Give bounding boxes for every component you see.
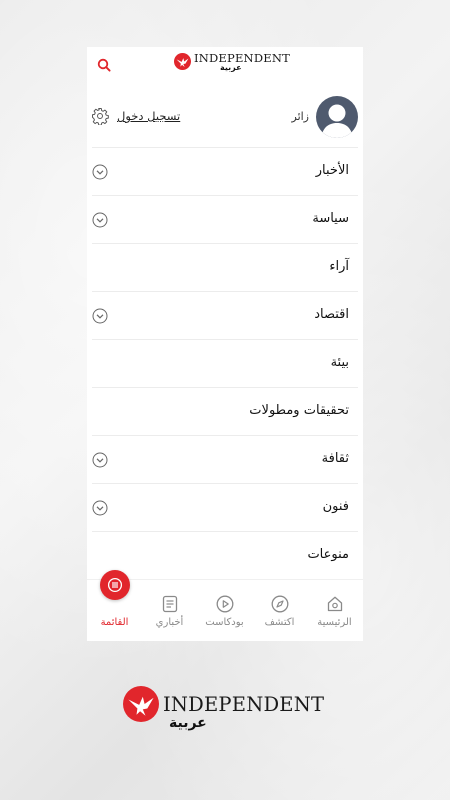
header-logo[interactable]: INDEPENDENT عربية <box>174 51 290 72</box>
tab-home[interactable]: الرئيسية <box>307 580 362 641</box>
menu-item-culture[interactable]: ثقافة <box>92 435 358 483</box>
chevron-down-icon[interactable] <box>92 164 108 180</box>
home-icon <box>327 596 342 612</box>
menu-item-label: بيئة <box>330 355 349 370</box>
search-icon[interactable] <box>97 58 111 72</box>
menu-item-investigations[interactable]: تحقيقات ومطولات <box>92 387 358 435</box>
tab-menu[interactable]: القائمة <box>87 570 142 641</box>
eagle-logo-icon <box>174 53 191 70</box>
tab-my-news[interactable]: أخباري <box>142 580 197 641</box>
tab-label: أخباري <box>155 617 184 628</box>
brand-arabic: عربية <box>169 715 207 731</box>
tab-label: القائمة <box>100 617 129 628</box>
brand-name: INDEPENDENT <box>163 693 325 716</box>
gear-icon[interactable] <box>91 107 109 125</box>
menu-item-economy[interactable]: اقتصاد <box>92 291 358 339</box>
menu-item-opinions[interactable]: آراء <box>92 243 358 291</box>
tab-label: بودكاست <box>205 617 244 628</box>
menu-item-label: منوعات <box>307 547 349 562</box>
menu-list: الأخبار سياسة آراء اقتصاد بيئة تحقيقات و… <box>92 147 358 579</box>
menu-item-label: الأخبار <box>315 163 349 178</box>
user-row: زائر تسجيل دخول <box>87 85 363 147</box>
menu-fab[interactable] <box>99 570 130 600</box>
menu-item-label: فنون <box>322 499 349 514</box>
menu-item-label: سياسة <box>312 211 349 226</box>
menu-item-label: اقتصاد <box>314 307 349 322</box>
menu-icon <box>107 577 122 593</box>
menu-item-arts[interactable]: فنون <box>92 483 358 531</box>
bottom-nav: القائمة أخباري بودكاست اكتشف الرئيسية <box>87 570 363 641</box>
tab-podcast[interactable]: بودكاست <box>197 580 252 641</box>
chevron-down-icon[interactable] <box>92 500 108 516</box>
menu-item-politics[interactable]: سياسة <box>92 195 358 243</box>
user-silhouette-icon <box>321 104 353 138</box>
eagle-logo-icon <box>123 686 159 722</box>
menu-item-label: تحقيقات ومطولات <box>249 403 349 418</box>
tab-discover[interactable]: اكتشف <box>252 580 307 641</box>
avatar[interactable] <box>316 96 358 138</box>
menu-item-environment[interactable]: بيئة <box>92 339 358 387</box>
menu-item-label: آراء <box>329 259 349 274</box>
compass-icon <box>271 595 288 613</box>
menu-item-misc[interactable]: منوعات <box>92 531 358 579</box>
chevron-down-icon[interactable] <box>92 308 108 324</box>
footer-logo: INDEPENDENT عربية <box>123 686 324 731</box>
chevron-down-icon[interactable] <box>92 212 108 228</box>
brand-name: INDEPENDENT <box>194 51 290 65</box>
menu-item-news[interactable]: الأخبار <box>92 147 358 195</box>
tab-label: الرئيسية <box>317 617 352 628</box>
top-bar: INDEPENDENT عربية <box>87 47 363 85</box>
side-menu: زائر تسجيل دخول الأخبار سياسة آراء اقتصا… <box>87 85 363 579</box>
visitor-label: زائر <box>291 110 310 123</box>
menu-item-label: ثقافة <box>321 451 349 466</box>
tab-label: اكتشف <box>264 617 295 628</box>
app-screen: INDEPENDENT عربية زائر تسجيل دخول الأخبا… <box>87 47 363 641</box>
chevron-down-icon[interactable] <box>92 452 108 468</box>
login-link[interactable]: تسجيل دخول <box>117 109 180 123</box>
news-icon <box>162 595 177 613</box>
play-icon <box>216 595 233 613</box>
